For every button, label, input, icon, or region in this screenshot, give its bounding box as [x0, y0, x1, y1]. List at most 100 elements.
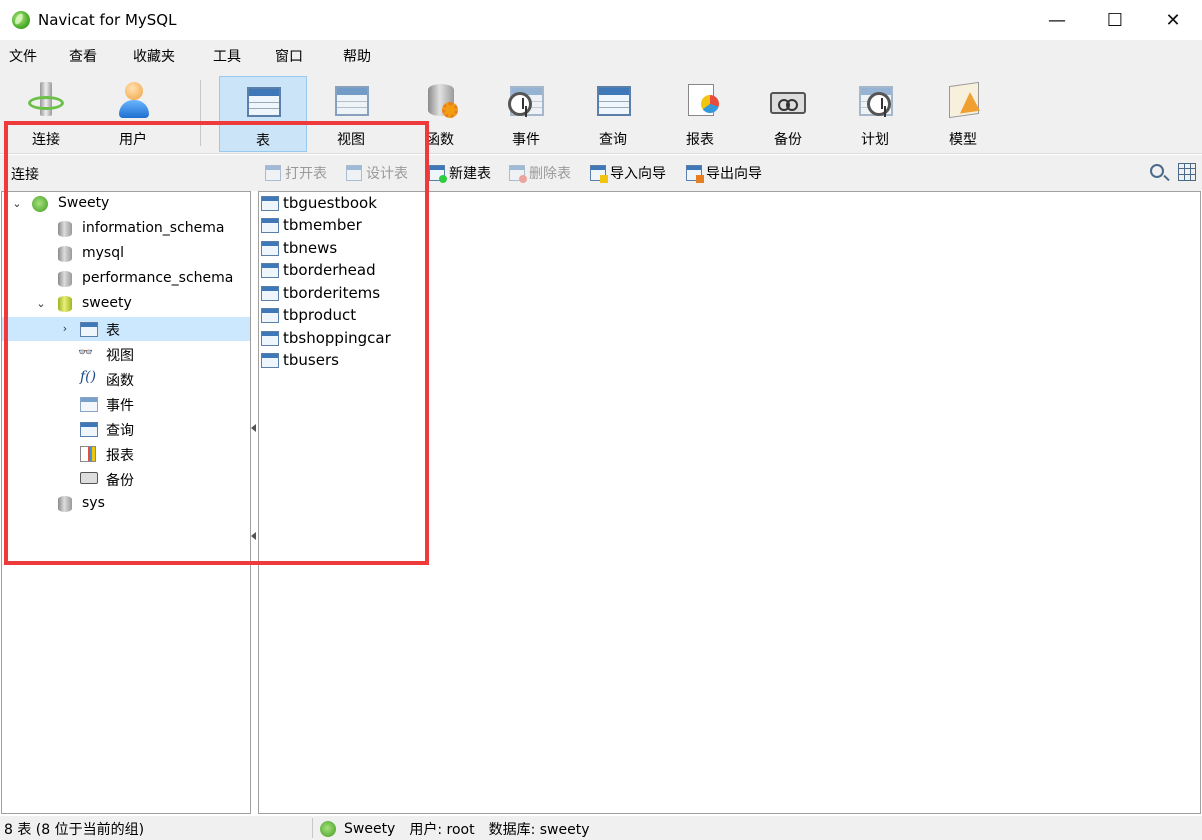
chevron-right-icon[interactable]: ›	[60, 323, 70, 334]
object-list[interactable]: tbguestbook tbmember tbnews tborderhead …	[258, 191, 1201, 814]
delete-table-button[interactable]: 删除表	[509, 163, 571, 183]
list-item[interactable]: tborderhead	[261, 259, 376, 281]
list-item[interactable]: tbnews	[261, 237, 337, 259]
model-button[interactable]: 模型	[919, 76, 1007, 152]
table-icon	[261, 262, 279, 278]
tree-node-label: 报表	[106, 448, 134, 464]
connect-button[interactable]: 连接	[2, 76, 90, 152]
glasses-icon: 👓	[78, 345, 93, 359]
design-table-button[interactable]: 设计表	[346, 163, 408, 183]
pane-splitter[interactable]	[250, 420, 258, 550]
view-button[interactable]: 视图	[307, 76, 395, 152]
open-table-button[interactable]: 打开表	[265, 163, 327, 183]
function-label: 函数	[426, 132, 454, 148]
search-icon[interactable]	[1150, 164, 1164, 178]
grid-view-icon[interactable]	[1178, 163, 1196, 181]
delete-table-icon	[509, 165, 527, 183]
model-label: 模型	[949, 132, 977, 148]
collapse-arrow-icon[interactable]	[251, 424, 256, 432]
connection-pane-label: 连接	[11, 167, 39, 183]
open-database-icon	[58, 296, 72, 312]
menu-favorites[interactable]: 收藏夹	[124, 46, 204, 66]
table-name: tbproduct	[283, 306, 357, 324]
import-icon	[590, 165, 608, 183]
tree-node-label: 视图	[106, 348, 134, 364]
event-label: 事件	[512, 132, 540, 148]
query-label: 查询	[599, 132, 627, 148]
tree-queries-node[interactable]: 查询	[2, 417, 250, 441]
table-icon	[243, 81, 283, 121]
table-name: tbshoppingcar	[283, 329, 391, 347]
menu-bar: 文件 查看 收藏夹 工具 窗口 帮助	[0, 40, 1202, 72]
new-table-icon	[429, 165, 447, 183]
tree-connection-sweety[interactable]: ⌄ Sweety	[2, 192, 250, 216]
maximize-button[interactable]: ☐	[1086, 0, 1144, 40]
model-icon	[943, 80, 983, 120]
table-button[interactable]: 表	[219, 76, 307, 152]
menu-file[interactable]: 文件	[0, 46, 60, 66]
table-label: 表	[256, 133, 270, 149]
menu-help[interactable]: 帮助	[334, 46, 380, 66]
table-icon	[80, 322, 98, 337]
table-name: tbnews	[283, 239, 338, 257]
user-button[interactable]: 用户	[89, 76, 177, 152]
user-icon	[113, 80, 153, 120]
menu-view[interactable]: 查看	[60, 46, 124, 66]
tree-db-performance-schema[interactable]: performance_schema	[2, 267, 250, 291]
chevron-down-icon[interactable]: ⌄	[12, 198, 22, 209]
database-name: mysql	[82, 245, 124, 261]
collapse-arrow-icon[interactable]	[251, 532, 256, 540]
table-name: tborderitems	[283, 284, 381, 302]
connection-tree[interactable]: ⌄ Sweety information_schema mysql perfor…	[1, 191, 251, 814]
query-button[interactable]: 查询	[569, 76, 657, 152]
export-wizard-button[interactable]: 导出向导	[686, 163, 762, 183]
main-toolbar: 连接 用户 表 视图 函数 事件 查询 报表 备份 计划 模型	[0, 72, 1202, 154]
list-item[interactable]: tbproduct	[261, 304, 356, 326]
tree-views-node[interactable]: 👓 视图	[2, 342, 250, 366]
function-button[interactable]: 函数	[396, 76, 484, 152]
table-name: tborderhead	[283, 261, 376, 279]
tree-reports-node[interactable]: 报表	[2, 442, 250, 466]
view-icon	[331, 80, 371, 120]
list-item[interactable]: tbguestbook	[261, 192, 377, 214]
table-icon	[261, 285, 279, 301]
chevron-down-icon[interactable]: ⌄	[36, 298, 46, 309]
connection-icon	[32, 196, 48, 212]
tree-db-sweety[interactable]: ⌄ sweety	[2, 292, 250, 316]
tree-node-label: 表	[106, 323, 120, 339]
list-item[interactable]: tbshoppingcar	[261, 327, 391, 349]
tree-tables-node[interactable]: › 表	[2, 317, 250, 341]
window-controls: — ☐ ✕	[1028, 0, 1202, 40]
report-button[interactable]: 报表	[656, 76, 744, 152]
schedule-button[interactable]: 计划	[831, 76, 919, 152]
backup-button[interactable]: 备份	[744, 76, 832, 152]
menu-window[interactable]: 窗口	[266, 46, 334, 66]
table-icon	[261, 240, 279, 256]
close-button[interactable]: ✕	[1144, 0, 1202, 40]
table-name: tbusers	[283, 351, 339, 369]
event-button[interactable]: 事件	[482, 76, 570, 152]
tree-db-information-schema[interactable]: information_schema	[2, 217, 250, 241]
table-icon	[261, 195, 279, 211]
database-name: sys	[82, 495, 105, 511]
table-icon	[261, 352, 279, 368]
import-wizard-button[interactable]: 导入向导	[590, 163, 666, 183]
user-label: 用户	[119, 132, 147, 148]
menu-tools[interactable]: 工具	[204, 46, 266, 66]
tree-functions-node[interactable]: f() 函数	[2, 367, 250, 391]
tree-db-mysql[interactable]: mysql	[2, 242, 250, 266]
table-name: tbmember	[283, 216, 362, 234]
event-icon	[506, 80, 546, 120]
minimize-button[interactable]: —	[1028, 0, 1086, 40]
new-table-button[interactable]: 新建表	[429, 163, 491, 183]
list-item[interactable]: tborderitems	[261, 282, 380, 304]
list-item[interactable]: tbmember	[261, 214, 362, 236]
tree-backups-node[interactable]: 备份	[2, 467, 250, 491]
list-item[interactable]: tbusers	[261, 349, 339, 371]
tree-node-label: 查询	[106, 423, 134, 439]
tree-events-node[interactable]: 事件	[2, 392, 250, 416]
function-icon: f()	[80, 369, 97, 385]
export-icon	[686, 165, 704, 183]
tree-db-sys[interactable]: sys	[2, 492, 250, 516]
database-icon	[58, 221, 72, 237]
